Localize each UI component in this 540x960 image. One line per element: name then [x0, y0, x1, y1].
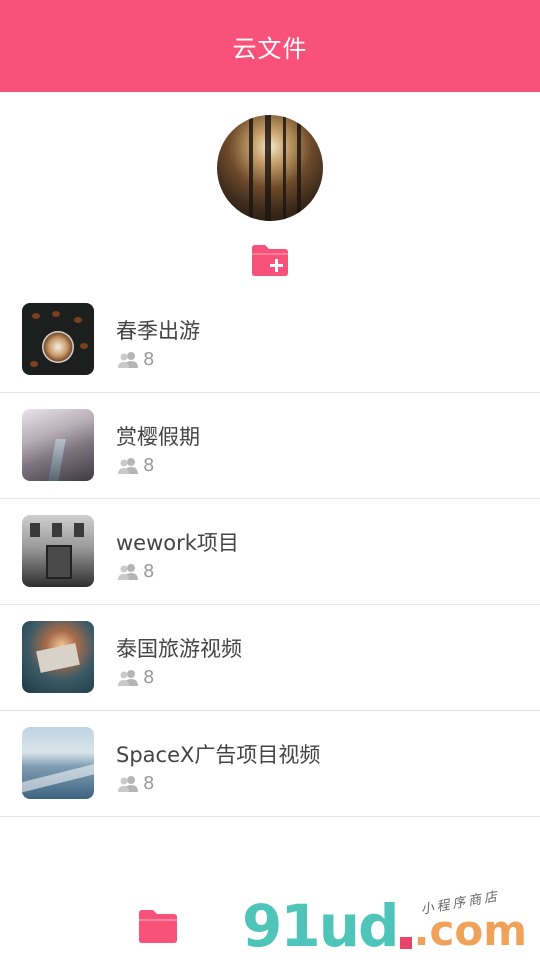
member-count-value: 8	[143, 561, 155, 582]
river-stream	[48, 439, 66, 481]
folder-name: 赏樱假期	[116, 425, 200, 449]
folder-plus-icon	[252, 245, 288, 276]
folder-thumbnail	[22, 727, 94, 799]
new-folder-button[interactable]	[250, 242, 290, 278]
member-count-value: 8	[143, 455, 155, 476]
list-item[interactable]: 春季出游 8	[0, 287, 540, 393]
member-count: 8	[116, 349, 154, 370]
list-item[interactable]: 泰国旅游视频 8	[0, 605, 540, 711]
folder-list: 春季出游 8 赏樱假期 8 wework项目 8 泰国旅游视频 8 SpaceX…	[0, 287, 540, 817]
avatar-tree-trunk	[283, 115, 286, 221]
list-item[interactable]: wework项目 8	[0, 499, 540, 605]
app-header: 云文件	[0, 0, 540, 92]
folder-name: 春季出游	[116, 319, 200, 343]
member-count: 8	[116, 455, 154, 476]
member-count: 8	[116, 667, 154, 688]
page-title: 云文件	[232, 34, 308, 63]
coffee-bean	[52, 311, 60, 317]
building-window	[52, 523, 62, 537]
folder-icon	[139, 910, 177, 943]
coffee-cup-image	[42, 331, 74, 363]
folder-thumbnail	[22, 409, 94, 481]
member-count-value: 8	[143, 349, 155, 370]
folder-thumbnail	[22, 621, 94, 693]
members-icon	[118, 351, 138, 368]
avatar-tree-trunk	[265, 115, 271, 221]
member-count-value: 8	[143, 667, 155, 688]
folder-thumbnail	[22, 303, 94, 375]
coffee-bean	[74, 317, 82, 323]
members-icon	[118, 457, 138, 474]
avatar[interactable]	[217, 115, 323, 221]
watermark-main: 91ud	[242, 892, 400, 960]
folder-name: 泰国旅游视频	[116, 637, 242, 661]
list-item[interactable]: 赏樱假期 8	[0, 393, 540, 499]
members-icon	[118, 669, 138, 686]
members-icon	[118, 775, 138, 792]
building-window	[74, 523, 84, 537]
ocean-wave	[22, 762, 94, 794]
member-count: 8	[116, 561, 154, 582]
coffee-bean	[32, 313, 40, 319]
folder-thumbnail	[22, 515, 94, 587]
building-door	[46, 545, 72, 579]
list-item[interactable]: SpaceX广告项目视频 8	[0, 711, 540, 817]
floating-box	[36, 643, 80, 673]
building-window	[30, 523, 40, 537]
coffee-bean	[80, 343, 88, 349]
folder-name: SpaceX广告项目视频	[116, 743, 321, 767]
avatar-tree-trunk	[249, 115, 253, 221]
members-icon	[118, 563, 138, 580]
coffee-bean	[30, 361, 38, 367]
avatar-tree-trunk	[297, 115, 301, 221]
member-count-value: 8	[143, 773, 155, 794]
folder-name: wework项目	[116, 531, 239, 555]
member-count: 8	[116, 773, 154, 794]
watermark-dot	[399, 937, 412, 949]
bottom-nav-folder-button[interactable]	[137, 907, 179, 945]
